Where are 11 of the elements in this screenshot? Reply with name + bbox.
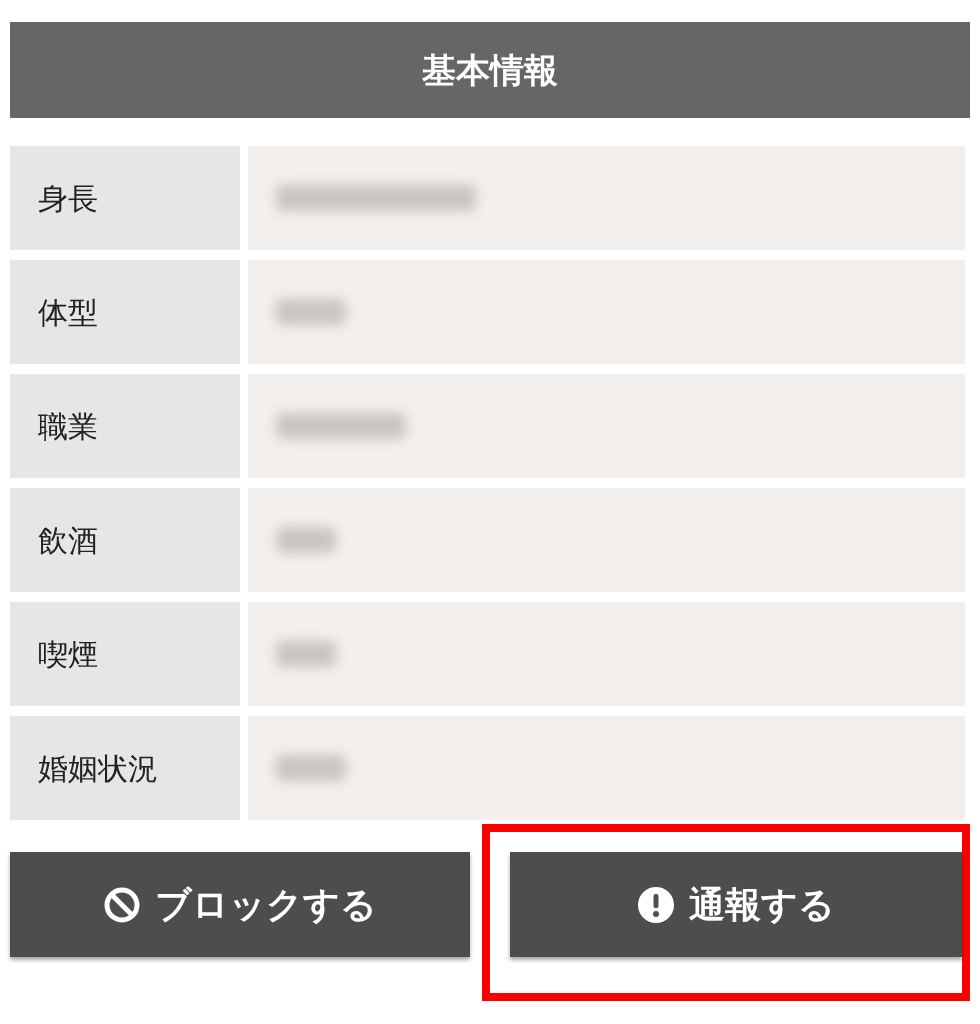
block-button[interactable]: ブロックする — [10, 852, 470, 957]
exclamation-icon — [637, 885, 675, 924]
field-label: 体型 — [10, 260, 240, 364]
field-label: 婚姻状況 — [10, 716, 240, 820]
field-label: 身長 — [10, 146, 240, 250]
field-label: 飲酒 — [10, 488, 240, 592]
field-label: 喫煙 — [10, 602, 240, 706]
field-label: 職業 — [10, 374, 240, 478]
section-header: 基本情報 — [10, 22, 970, 118]
report-button[interactable]: 通報する — [510, 852, 962, 957]
block-icon — [103, 885, 141, 924]
